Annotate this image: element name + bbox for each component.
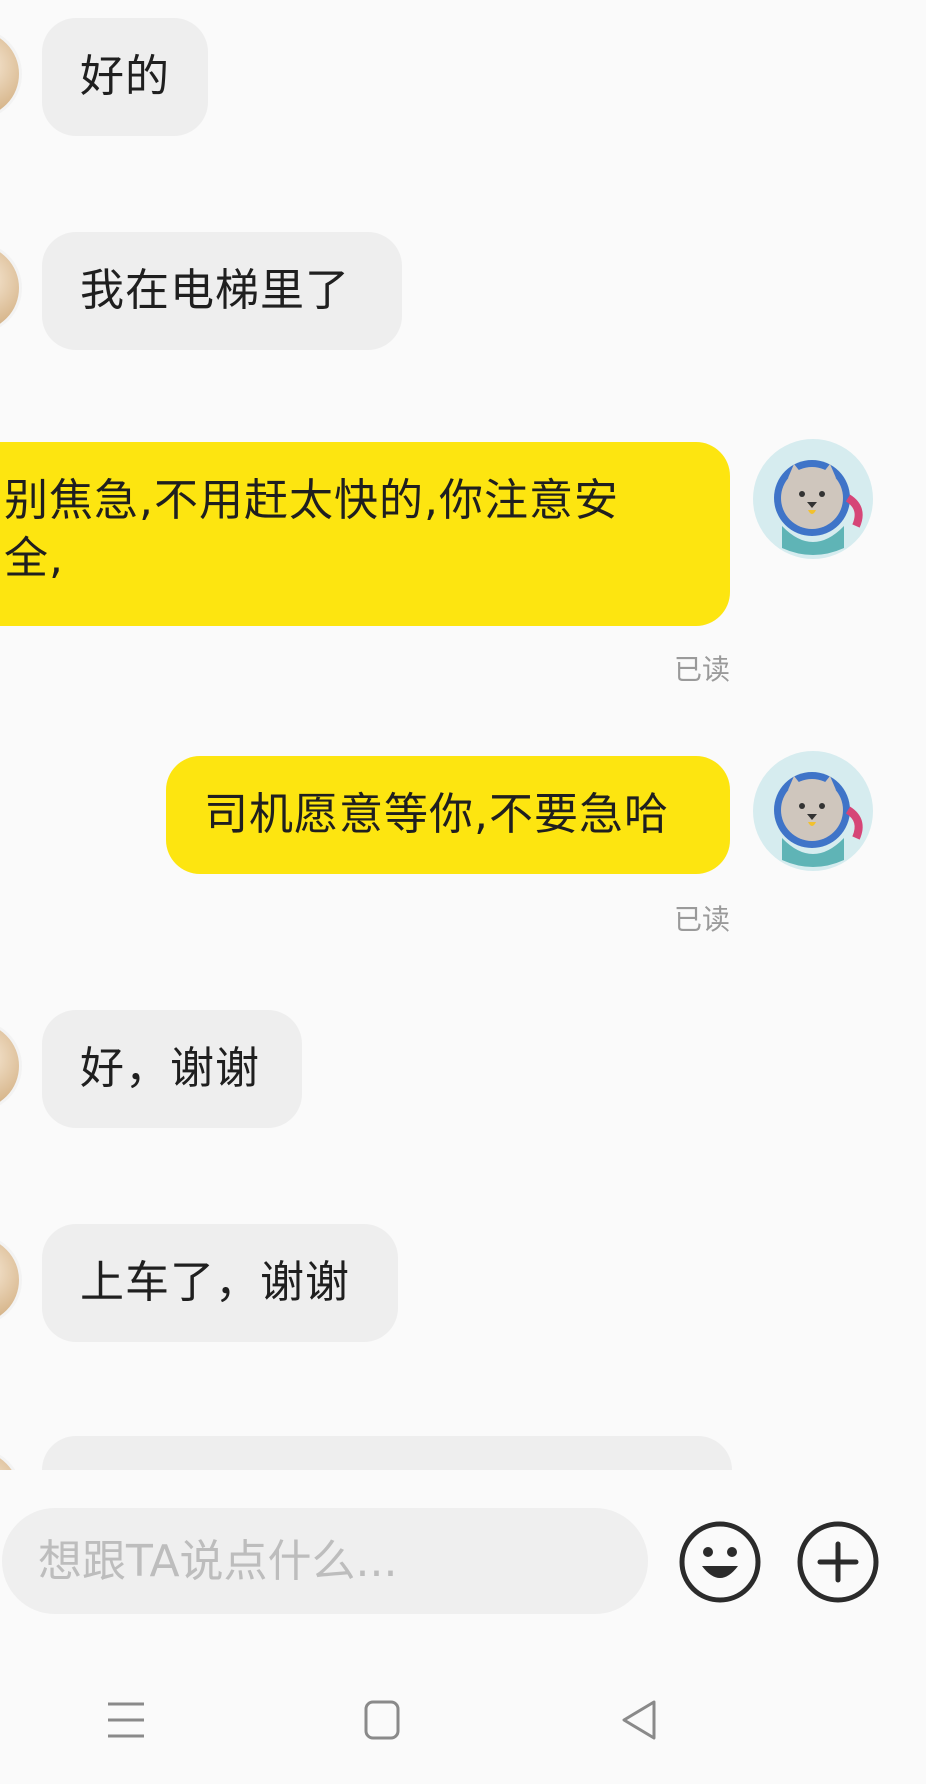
message-text: 上车了，谢谢 bbox=[80, 1257, 350, 1308]
incoming-message-bubble[interactable]: 好的 bbox=[42, 18, 208, 136]
triangle-back-icon[interactable] bbox=[608, 1690, 668, 1750]
read-status: 已读 bbox=[673, 653, 730, 686]
message-text: 我在电梯里了 bbox=[80, 265, 350, 316]
incoming-message-bubble[interactable]: 好，谢谢 bbox=[42, 1010, 302, 1128]
chat-message-list[interactable]: 好的 我在电梯里了 别焦急,不用赶太快的,你注意安全, 已读 司机愿意等你,不要… bbox=[0, 0, 926, 1470]
read-status: 已读 bbox=[673, 903, 730, 936]
my-avatar[interactable] bbox=[752, 438, 874, 560]
contact-avatar[interactable] bbox=[0, 28, 22, 120]
message-text: 别焦急,不用赶太快的,你注意安全, bbox=[4, 475, 619, 584]
message-text: 好，谢谢 bbox=[80, 1043, 260, 1094]
smiley-face-icon[interactable] bbox=[678, 1520, 762, 1604]
square-home-icon[interactable] bbox=[352, 1690, 412, 1750]
incoming-message-bubble[interactable]: 我在电梯里了 bbox=[42, 232, 402, 350]
my-avatar[interactable] bbox=[752, 750, 874, 872]
contact-avatar[interactable] bbox=[0, 1020, 22, 1112]
message-text: 司机愿意等你,不要急哈 bbox=[204, 789, 669, 840]
incoming-message-bubble[interactable]: 上车了，谢谢 bbox=[42, 1224, 398, 1342]
message-input[interactable] bbox=[2, 1508, 648, 1614]
plus-circle-icon[interactable] bbox=[796, 1520, 880, 1604]
contact-avatar[interactable] bbox=[0, 1234, 22, 1326]
menu-lines-icon[interactable] bbox=[96, 1690, 156, 1750]
message-composer bbox=[0, 1470, 926, 1650]
contact-avatar[interactable] bbox=[0, 242, 22, 334]
outgoing-message-bubble[interactable]: 别焦急,不用赶太快的,你注意安全, bbox=[0, 442, 730, 626]
incoming-message-bubble[interactable] bbox=[42, 1436, 732, 1470]
message-text: 好的 bbox=[80, 51, 170, 102]
outgoing-message-bubble[interactable]: 司机愿意等你,不要急哈 bbox=[166, 756, 730, 874]
system-navigation-bar bbox=[0, 1650, 926, 1784]
contact-avatar[interactable] bbox=[0, 1448, 22, 1470]
